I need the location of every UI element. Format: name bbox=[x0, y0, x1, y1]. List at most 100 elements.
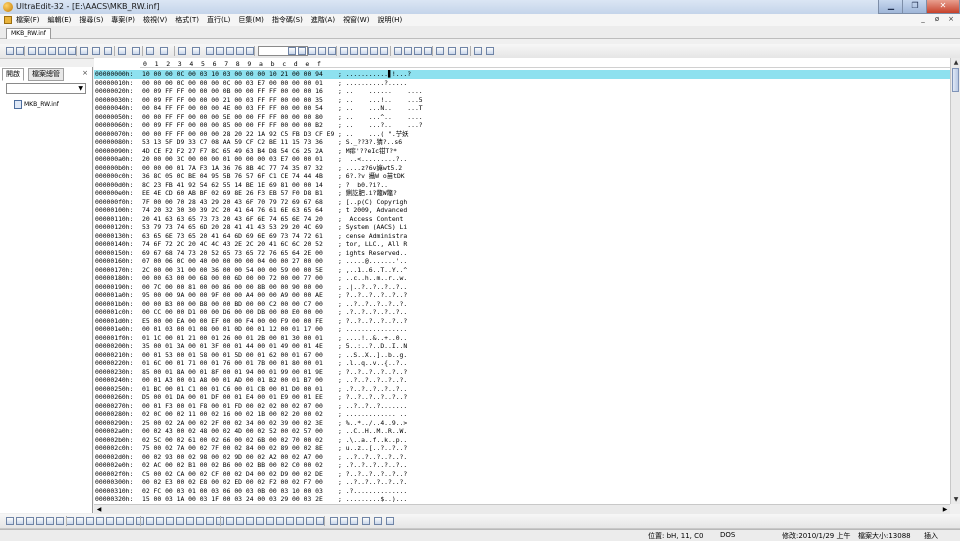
toolbar-button-icon-15[interactable] bbox=[192, 47, 200, 55]
mdi-close-button[interactable]: × bbox=[946, 15, 956, 23]
row-hex-bytes[interactable]: 74 20 32 30 30 39 2C 20 41 64 76 61 6E 6… bbox=[142, 206, 323, 215]
row-ascii-text[interactable]: ; M痱'??eIc钳T?* bbox=[338, 147, 397, 156]
mdi-minimize-button[interactable]: _ bbox=[918, 15, 928, 23]
row-ascii-text[interactable]: ; 5..:..?..D..I..N bbox=[338, 342, 407, 351]
row-ascii-text[interactable]: ; ..S..X..]..b..g. bbox=[338, 351, 407, 360]
toolbar-button-icon-20[interactable] bbox=[246, 47, 254, 55]
row-hex-bytes[interactable]: 10 00 00 0C 00 03 10 03 00 00 00 10 21 0… bbox=[142, 70, 323, 79]
row-hex-bytes[interactable]: 36 8C 05 0C BE 04 95 5B 76 57 6F C1 CE 7… bbox=[142, 172, 323, 181]
edit-toolbar-button-icon-5[interactable] bbox=[56, 517, 64, 525]
menu-item-7[interactable]: 巨集(M) bbox=[238, 15, 264, 25]
vertical-scrollbar[interactable]: ▲ ▼ bbox=[950, 58, 960, 504]
hex-row[interactable]: 00000190h: 00 7C 00 00 81 00 00 86 00 00 … bbox=[94, 283, 950, 292]
edit-toolbar-button-icon-12[interactable] bbox=[126, 517, 134, 525]
menu-item-4[interactable]: 檢視(V) bbox=[143, 15, 167, 25]
hex-row[interactable]: 000001b0h: 00 00 B3 00 00 B8 00 00 BD 00 … bbox=[94, 300, 950, 309]
scroll-up-icon[interactable]: ▲ bbox=[951, 58, 960, 67]
hex-row[interactable]: 00000220h: 01 6C 00 01 71 00 01 76 00 01 … bbox=[94, 359, 950, 368]
edit-toolbar-button-icon-26[interactable] bbox=[266, 517, 274, 525]
hex-row[interactable]: 000002c0h: 75 00 02 7A 00 02 7F 00 02 84 … bbox=[94, 444, 950, 453]
mdi-restore-button[interactable]: ø bbox=[932, 15, 942, 23]
row-hex-bytes[interactable]: 00 09 FF FF 00 00 00 0B 00 00 FF FF 00 0… bbox=[142, 87, 323, 96]
scroll-right-icon[interactable]: ▶ bbox=[940, 505, 950, 514]
edit-toolbar-button-icon-15[interactable] bbox=[156, 517, 164, 525]
row-hex-bytes[interactable]: 00 00 00 01 7A F3 1A 36 76 8B 4C 77 74 3… bbox=[142, 164, 323, 173]
row-hex-bytes[interactable]: 00 09 FF FF 00 00 00 21 00 03 FF FF 00 0… bbox=[142, 96, 323, 105]
toolbar-button-icon-2[interactable] bbox=[28, 47, 36, 55]
toolbar-button-icon-5[interactable] bbox=[58, 47, 66, 55]
hex-row[interactable]: 000002b0h: 02 5C 00 02 61 00 02 66 00 02 … bbox=[94, 436, 950, 445]
menu-item-8[interactable]: 指令碼(S) bbox=[272, 15, 303, 25]
hex-row[interactable]: 00000250h: 01 BC 00 01 C1 00 01 C6 00 01 … bbox=[94, 385, 950, 394]
hex-row[interactable]: 00000130h: 63 65 6E 73 65 20 41 64 6D 69 … bbox=[94, 232, 950, 241]
hex-row[interactable]: 00000030h: 00 09 FF FF 00 00 00 21 00 03 … bbox=[94, 96, 950, 105]
menu-item-6[interactable]: 直行(L) bbox=[207, 15, 230, 25]
row-hex-bytes[interactable]: 95 00 00 9A 00 00 9F 00 00 A4 00 00 A9 0… bbox=[142, 291, 323, 300]
toolbar-button-icon-18[interactable] bbox=[226, 47, 234, 55]
edit-toolbar-button-icon-23[interactable] bbox=[236, 517, 244, 525]
row-ascii-text[interactable]: ; ..?..?..?..?..?. bbox=[338, 478, 407, 487]
toolbar-button-icon-39[interactable] bbox=[486, 47, 494, 55]
file-tab-mkb-rw[interactable]: MKB_RW.inf bbox=[6, 28, 51, 39]
row-ascii-text[interactable]: ; ..?..?..?..?..?. bbox=[338, 376, 407, 385]
row-hex-bytes[interactable]: 63 65 6E 73 65 20 41 64 6D 69 6E 69 73 7… bbox=[142, 232, 323, 241]
edit-toolbar-button-icon-34[interactable] bbox=[350, 517, 358, 525]
row-ascii-text[interactable]: ; [..p(C) Copyrigh bbox=[338, 198, 407, 207]
hex-row[interactable]: 000000e0h: EE 4E CD 60 AB BF 02 69 8E 26 … bbox=[94, 189, 950, 198]
row-ascii-text[interactable]: ; ....z?6v嫲wt5.2 bbox=[338, 164, 402, 173]
row-ascii-text[interactable]: ; ? b0.?i?.. bbox=[338, 181, 388, 190]
toolbar-button-icon-25[interactable] bbox=[328, 47, 336, 55]
row-ascii-text[interactable]: ; .. ...?.. ...? bbox=[338, 121, 423, 130]
row-ascii-text[interactable]: ; tor, LLC., All R bbox=[338, 240, 407, 249]
hex-row[interactable]: 000001f0h: 01 1C 00 01 21 00 01 26 00 01 … bbox=[94, 334, 950, 343]
edit-toolbar-button-icon-29[interactable] bbox=[296, 517, 304, 525]
hex-row[interactable]: 00000050h: 00 00 FF FF 00 00 00 5E 00 00 … bbox=[94, 113, 950, 122]
row-ascii-text[interactable]: ; .. ...... .... bbox=[338, 87, 423, 96]
edit-toolbar-button-icon-32[interactable] bbox=[330, 517, 338, 525]
toolbar-button-icon-37[interactable] bbox=[460, 47, 468, 55]
edit-toolbar-button-icon-10[interactable] bbox=[106, 517, 114, 525]
row-ascii-text[interactable]: ; u..z..[..?..?..? bbox=[338, 444, 407, 453]
toolbar-button-icon-27[interactable] bbox=[350, 47, 358, 55]
row-ascii-text[interactable]: ; t 2009, Advanced bbox=[338, 206, 407, 215]
row-ascii-text[interactable]: ; .........$..)... bbox=[338, 495, 407, 504]
edit-toolbar-button-icon-37[interactable] bbox=[386, 517, 394, 525]
row-hex-bytes[interactable]: 00 01 F3 00 01 F8 00 01 FD 00 02 02 00 0… bbox=[142, 402, 323, 411]
close-button[interactable]: ✕ bbox=[926, 0, 960, 14]
hex-row[interactable]: 000001d0h: E5 00 00 EA 00 00 EF 00 00 F4 … bbox=[94, 317, 950, 326]
hex-row[interactable]: 00000170h: 2C 00 00 31 00 00 36 00 00 54 … bbox=[94, 266, 950, 275]
toolbar-button-icon-35[interactable] bbox=[436, 47, 444, 55]
row-ascii-text[interactable]: ; ights Reserved.. bbox=[338, 249, 407, 258]
row-hex-bytes[interactable]: 00 01 53 00 01 58 00 01 5D 00 01 62 00 0… bbox=[142, 351, 323, 360]
row-hex-bytes[interactable]: 85 00 01 8A 00 01 8F 00 01 94 00 01 99 0… bbox=[142, 368, 323, 377]
row-ascii-text[interactable]: ; .?..?..?..?..?.. bbox=[338, 308, 407, 317]
edit-toolbar-button-icon-36[interactable] bbox=[374, 517, 382, 525]
toolbar-button-icon-13[interactable] bbox=[160, 47, 168, 55]
toolbar-button-icon-9[interactable] bbox=[104, 47, 112, 55]
row-hex-bytes[interactable]: 01 6C 00 01 71 00 01 76 00 01 7B 00 01 8… bbox=[142, 359, 323, 368]
edit-toolbar-button-icon-35[interactable] bbox=[362, 517, 370, 525]
hex-row[interactable]: 00000080h: 53 13 5F D9 33 C7 08 AA 59 CF … bbox=[94, 138, 950, 147]
hex-editor[interactable]: 0123456789abcdef 00000000h: 10 00 00 0C 0… bbox=[94, 58, 950, 504]
toolbar-button-icon-26[interactable] bbox=[340, 47, 348, 55]
row-hex-bytes[interactable]: 20 41 63 63 65 73 73 20 43 6F 6E 74 65 6… bbox=[142, 215, 323, 224]
hex-row[interactable]: 000000b0h: 00 00 00 01 7A F3 1A 36 76 8B … bbox=[94, 164, 950, 173]
row-hex-bytes[interactable]: 00 02 43 00 02 48 00 02 4D 00 02 52 00 0… bbox=[142, 427, 323, 436]
toolbar-button-icon-12[interactable] bbox=[146, 47, 154, 55]
row-ascii-text[interactable]: ; ..........?..... bbox=[338, 79, 407, 88]
toolbar-button-icon-29[interactable] bbox=[370, 47, 378, 55]
hex-row[interactable]: 00000240h: 00 01 A3 00 01 A8 00 01 AD 00 … bbox=[94, 376, 950, 385]
row-hex-bytes[interactable]: 01 1C 00 01 21 00 01 26 00 01 2B 00 01 3… bbox=[142, 334, 323, 343]
menu-item-11[interactable]: 說明(H) bbox=[377, 15, 402, 25]
row-ascii-text[interactable]: ; ...........▋!...? bbox=[338, 70, 411, 79]
toolbar-button-icon-17[interactable] bbox=[216, 47, 224, 55]
menu-item-5[interactable]: 格式(T) bbox=[175, 15, 199, 25]
row-hex-bytes[interactable]: 4D CE F2 F2 27 F7 8C 65 49 63 B4 D8 54 C… bbox=[142, 147, 323, 156]
toolbar-button-icon-31[interactable] bbox=[394, 47, 402, 55]
menu-item-0[interactable]: 檔案(F) bbox=[16, 15, 40, 25]
edit-toolbar-button-icon-16[interactable] bbox=[166, 517, 174, 525]
row-hex-bytes[interactable]: 74 6F 72 2C 20 4C 4C 43 2E 2C 20 41 6C 6… bbox=[142, 240, 323, 249]
row-hex-bytes[interactable]: 01 BC 00 01 C1 00 01 C6 00 01 CB 00 01 D… bbox=[142, 385, 323, 394]
row-ascii-text[interactable]: ; .. ...^.. .... bbox=[338, 113, 423, 122]
edit-toolbar-button-icon-8[interactable] bbox=[86, 517, 94, 525]
